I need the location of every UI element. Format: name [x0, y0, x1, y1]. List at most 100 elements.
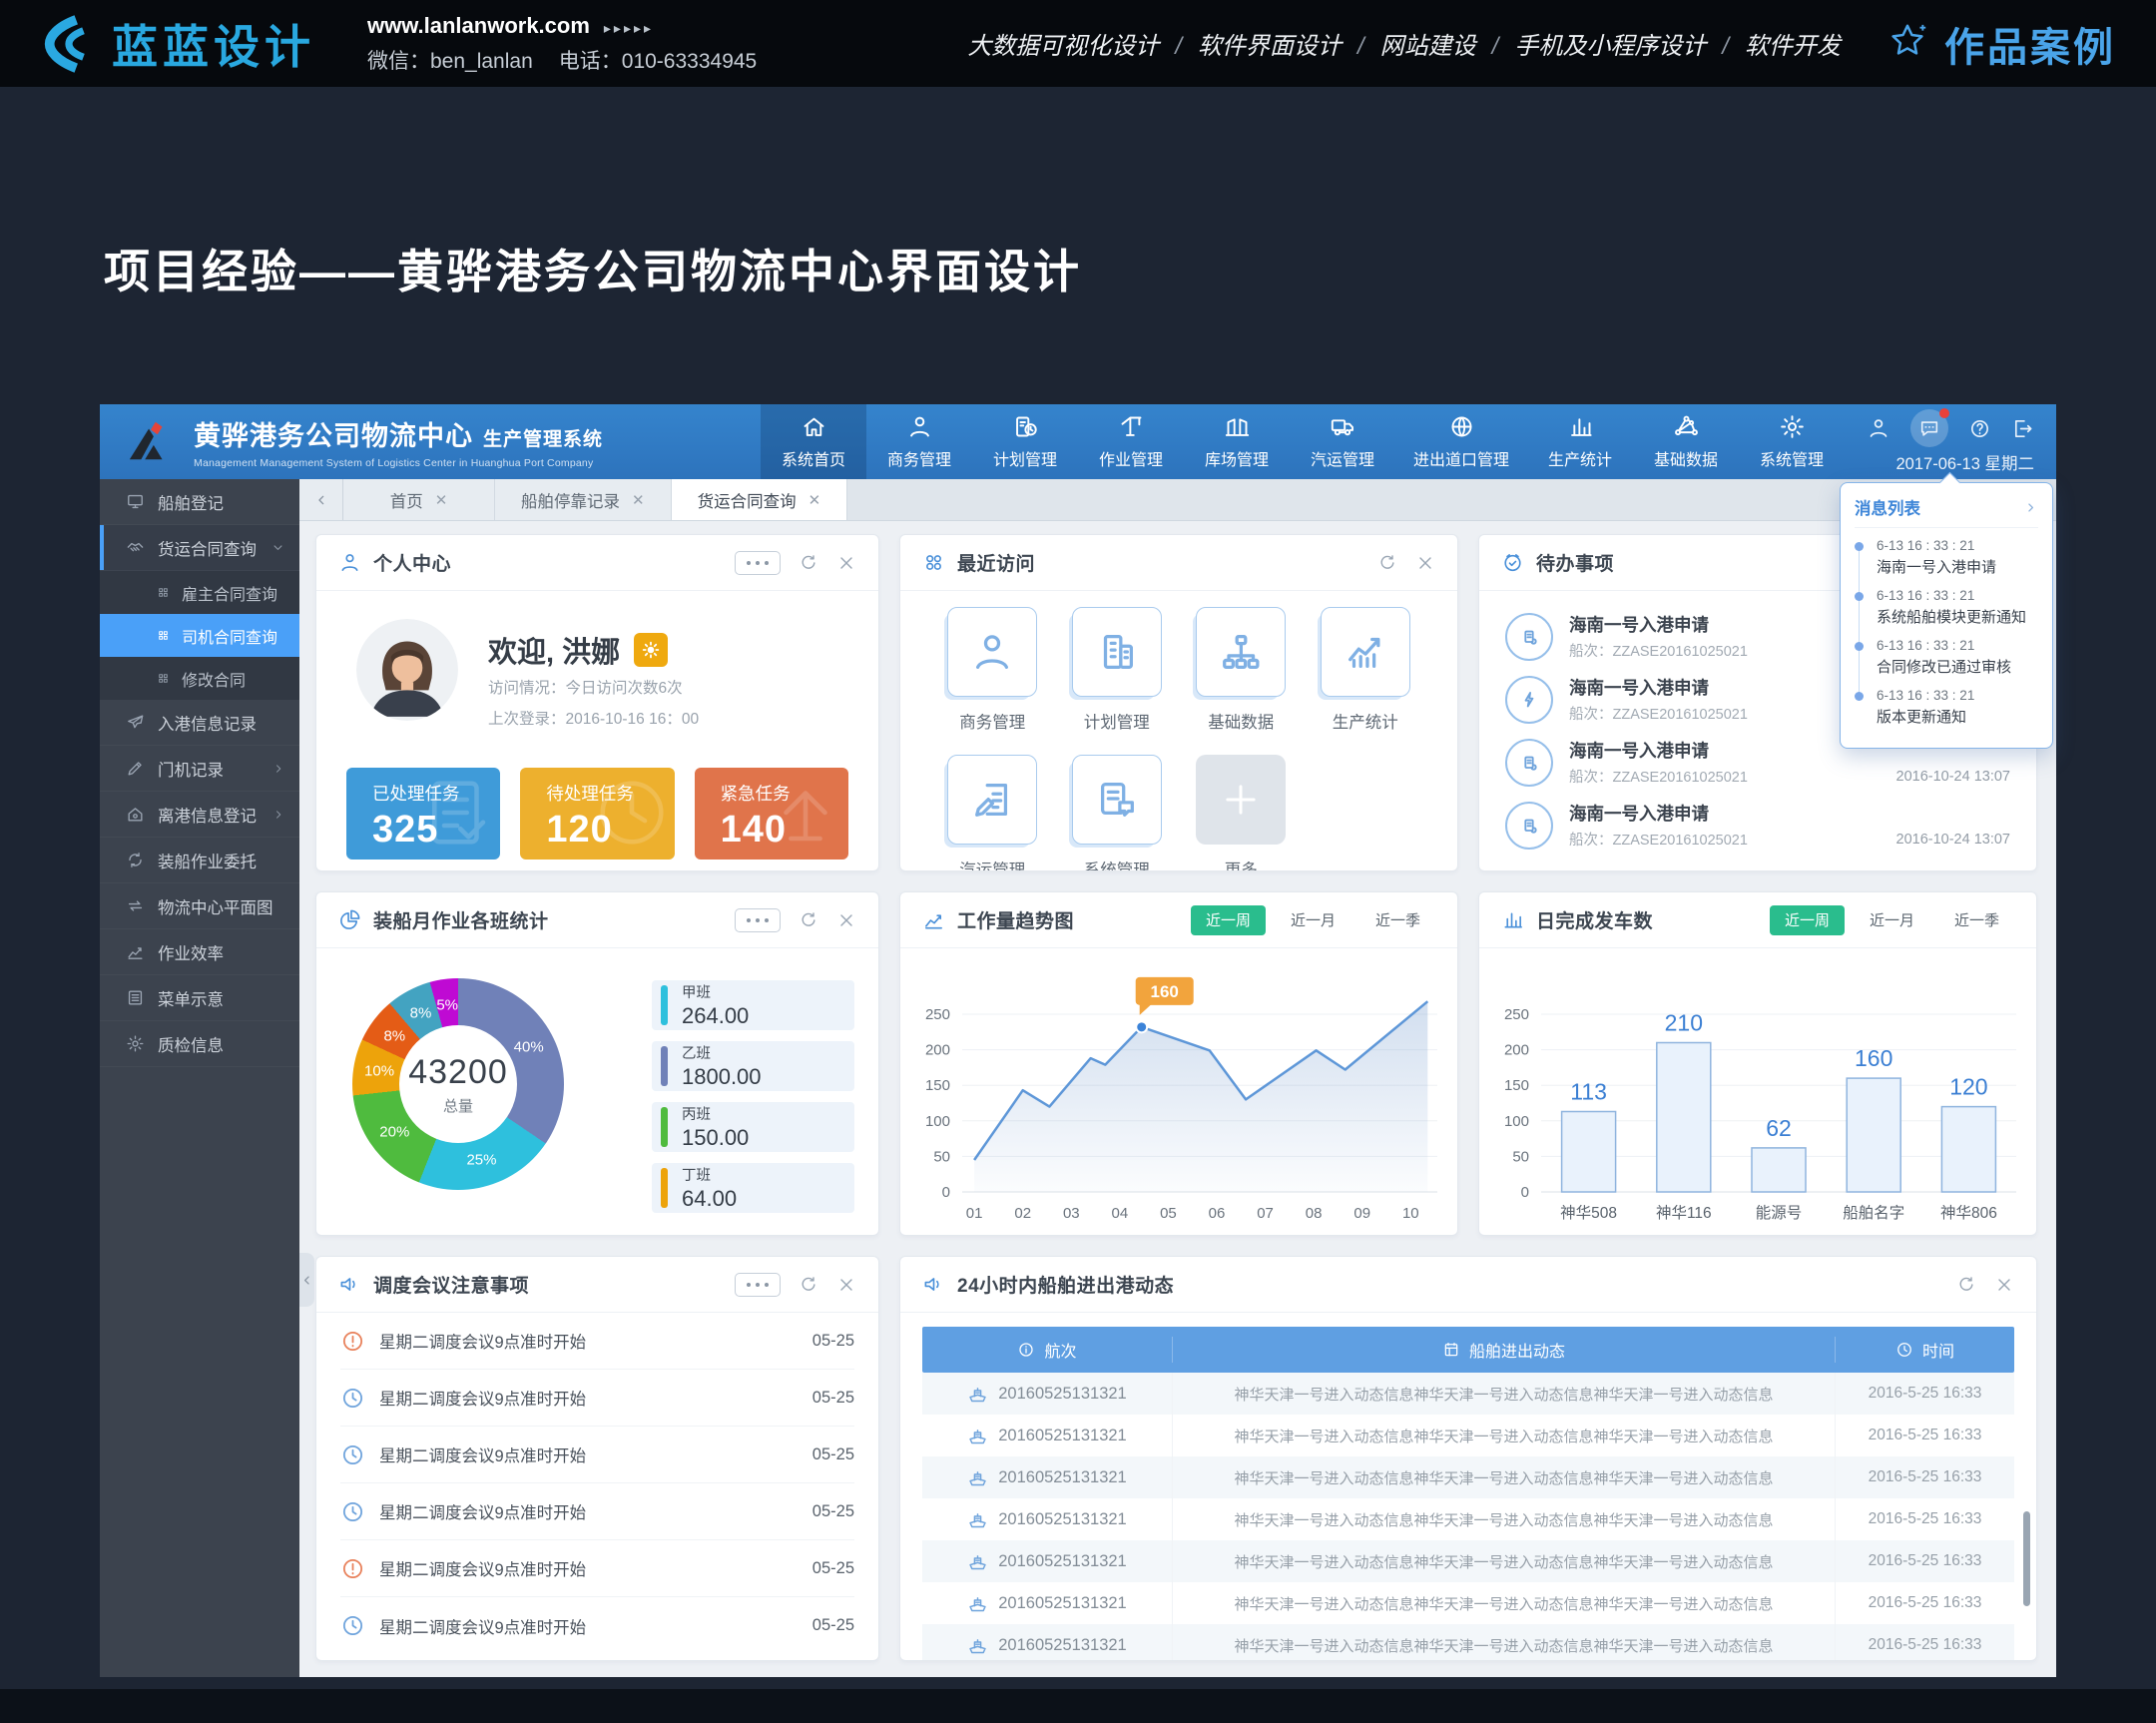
svg-text:100: 100 — [925, 1113, 950, 1130]
meeting-item[interactable]: 星期二调度会议9点准时开始05-25 — [340, 1483, 854, 1540]
refresh-icon[interactable] — [1956, 1275, 1976, 1295]
refresh-icon[interactable] — [1377, 553, 1397, 573]
donut-slice-label: 8% — [410, 1005, 432, 1022]
tab-2[interactable]: 货运合同查询✕ — [672, 479, 848, 520]
svg-text:250: 250 — [1504, 1006, 1529, 1023]
close-icon[interactable] — [1994, 1275, 2014, 1295]
nav-item-data[interactable]: 基础数据 — [1633, 404, 1739, 479]
tab-close-icon[interactable]: ✕ — [435, 491, 448, 509]
sidebar-item-0[interactable]: 船舶登记 — [100, 479, 299, 525]
nav-item-gear[interactable]: 系统管理 — [1739, 404, 1845, 479]
nav-item-person[interactable]: 商务管理 — [866, 404, 972, 479]
tab-close-icon[interactable]: ✕ — [808, 491, 821, 509]
meeting-item[interactable]: 星期二调度会议9点准时开始05-25 — [340, 1427, 854, 1483]
sidebar-item-9[interactable]: 质检信息 — [100, 1021, 299, 1067]
shortcut-orgchart[interactable]: 基础数据 — [1196, 607, 1286, 733]
filter-1[interactable]: 近一月 — [1855, 905, 1929, 935]
close-icon[interactable] — [1415, 553, 1435, 573]
close-icon[interactable] — [836, 1275, 856, 1295]
stat-tile-1[interactable]: 待处理任务120 — [520, 768, 674, 860]
chevron-right-icon[interactable] — [2023, 500, 2038, 515]
donut-caption: 总量 — [443, 1095, 473, 1116]
table-scrollbar[interactable] — [2023, 1511, 2030, 1606]
sun-icon — [640, 639, 662, 661]
meeting-item[interactable]: 星期二调度会议9点准时开始05-25 — [340, 1540, 854, 1597]
filter-0[interactable]: 近一周 — [1191, 905, 1266, 935]
sidebar-item-3[interactable]: 门机记录 — [100, 746, 299, 792]
more-options-button[interactable] — [735, 1273, 781, 1297]
filter-1[interactable]: 近一月 — [1276, 905, 1350, 935]
refresh-icon[interactable] — [799, 910, 818, 930]
nav-item-home[interactable]: 系统首页 — [761, 404, 866, 479]
table-row[interactable]: 20160525131321神华天津一号进入动态信息神华天津一号进入动态信息神华… — [922, 1498, 2014, 1540]
shortcut-docchat[interactable]: 系统管理 — [1072, 755, 1162, 871]
table-row[interactable]: 20160525131321神华天津一号进入动态信息神华天津一号进入动态信息神华… — [922, 1415, 2014, 1456]
tab-0[interactable]: 首页✕ — [343, 479, 495, 520]
sidebar-subitem-0[interactable]: 雇主合同查询 — [100, 571, 299, 614]
service-separator: / — [1722, 33, 1729, 60]
nav-item-warehouse[interactable]: 库场管理 — [1184, 404, 1290, 479]
refresh-icon[interactable] — [799, 1275, 818, 1295]
table-row[interactable]: 20160525131321神华天津一号进入动态信息神华天津一号进入动态信息神华… — [922, 1540, 2014, 1582]
close-icon[interactable] — [836, 553, 856, 573]
filter-2[interactable]: 近一季 — [1939, 905, 2014, 935]
portfolio-link[interactable]: 作品案例 — [1885, 15, 2116, 73]
nav-item-truck[interactable]: 汽运管理 — [1290, 404, 1395, 479]
filter-2[interactable]: 近一季 — [1360, 905, 1435, 935]
meeting-item[interactable]: 星期二调度会议9点准时开始05-25 — [340, 1313, 854, 1370]
more-options-button[interactable] — [735, 551, 781, 575]
more-options-button[interactable] — [735, 908, 781, 932]
lanlan-logo[interactable]: 蓝蓝设计 — [40, 11, 315, 77]
shortcut-person[interactable]: 商务管理 — [947, 607, 1037, 733]
table-row[interactable]: 20160525131321神华天津一号进入动态信息神华天津一号进入动态信息神华… — [922, 1582, 2014, 1624]
sidebar-item-8[interactable]: 菜单示意 — [100, 975, 299, 1021]
sidebar-subitem-1[interactable]: 司机合同查询 — [100, 614, 299, 657]
shortcut-trendbox[interactable]: 生产统计 — [1321, 607, 1410, 733]
sidebar-subitem-2[interactable]: 修改合同 — [100, 657, 299, 700]
crane-icon — [1118, 413, 1145, 440]
bar-chart: 050100150200250113神华508210神华11662能源号160船… — [1487, 952, 2030, 1230]
message-item[interactable]: 6-13 16 : 33 : 21合同修改已通过审核 — [1855, 638, 2038, 677]
sidebar-item-2[interactable]: 入港信息记录 — [100, 700, 299, 746]
nav-item-plan[interactable]: 计划管理 — [972, 404, 1078, 479]
table-row[interactable]: 20160525131321神华天津一号进入动态信息神华天津一号进入动态信息神华… — [922, 1456, 2014, 1498]
sidebar-collapse-handle[interactable] — [299, 1253, 314, 1307]
grid-icon — [922, 551, 945, 574]
table-row[interactable]: 20160525131321神华天津一号进入动态信息神华天津一号进入动态信息神华… — [922, 1624, 2014, 1661]
tab-back-button[interactable] — [299, 479, 343, 520]
shortcut-plus[interactable]: 更多 — [1196, 755, 1286, 871]
filter-0[interactable]: 近一周 — [1770, 905, 1845, 935]
message-item[interactable]: 6-13 16 : 33 : 21海南一号入港申请 — [1855, 538, 2038, 577]
sidebar-item-5[interactable]: 装船作业委托 — [100, 838, 299, 883]
shortcut-compose[interactable]: 汽运管理 — [947, 755, 1037, 871]
close-icon[interactable] — [836, 910, 856, 930]
sidebar-item-1[interactable]: 货运合同查询 — [100, 525, 299, 571]
period-filter: 近一周近一月近一季 — [1770, 905, 2014, 935]
sidebar-item-4[interactable]: 离港信息登记 — [100, 792, 299, 838]
topbar-icons — [1867, 409, 2034, 447]
sidebar-item-7[interactable]: 作业效率 — [100, 929, 299, 975]
nav-item-stats[interactable]: 生产统计 — [1527, 404, 1633, 479]
stat-tile-2[interactable]: 紧急任务140 — [695, 768, 848, 860]
meeting-item[interactable]: 星期二调度会议9点准时开始05-25 — [340, 1370, 854, 1427]
logout-icon[interactable] — [2011, 417, 2034, 440]
stat-tile-0[interactable]: 已处理任务325 — [346, 768, 500, 860]
help-icon[interactable] — [1968, 417, 1991, 440]
meeting-item[interactable]: 星期二调度会议9点准时开始05-25 — [340, 1597, 854, 1654]
shortcut-building[interactable]: 计划管理 — [1072, 607, 1162, 733]
todo-item[interactable]: 海南一号入港申请船次：ZZASE201610250212016-10-24 13… — [1505, 794, 2010, 857]
refresh-icon[interactable] — [799, 553, 818, 573]
message-item[interactable]: 6-13 16 : 33 : 21系统船舶模块更新通知 — [1855, 588, 2038, 627]
wechat-line: 微信：ben_lanlan — [367, 50, 533, 73]
site-url[interactable]: www.lanlanwork.com — [367, 13, 590, 38]
user-icon[interactable] — [1867, 416, 1890, 440]
message-icon[interactable] — [1910, 409, 1948, 447]
message-item[interactable]: 6-13 16 : 33 : 21版本更新通知 — [1855, 688, 2038, 727]
nav-item-globe[interactable]: 进出道口管理 — [1395, 404, 1527, 479]
tab-1[interactable]: 船舶停靠记录✕ — [495, 479, 672, 520]
globe-icon — [1448, 413, 1475, 440]
sidebar-item-6[interactable]: 物流中心平面图 — [100, 883, 299, 929]
tab-close-icon[interactable]: ✕ — [632, 491, 645, 509]
nav-item-crane[interactable]: 作业管理 — [1078, 404, 1184, 479]
table-row[interactable]: 20160525131321神华天津一号进入动态信息神华天津一号进入动态信息神华… — [922, 1373, 2014, 1415]
